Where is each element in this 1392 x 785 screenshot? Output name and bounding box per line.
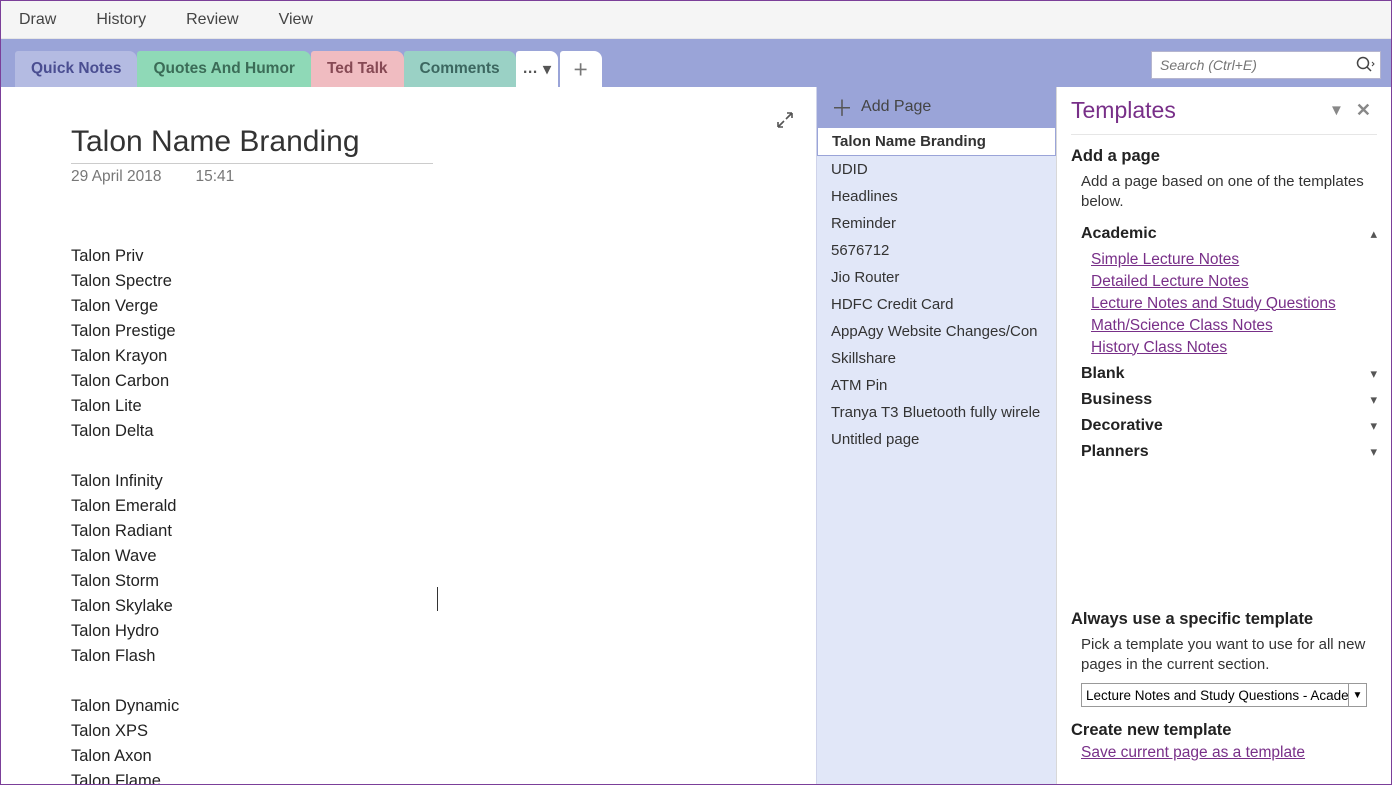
page-date: 29 April 2018 xyxy=(71,168,162,186)
page-list-item[interactable]: Reminder xyxy=(817,210,1056,237)
create-template-heading: Create new template xyxy=(1071,721,1377,740)
search-input[interactable] xyxy=(1151,51,1381,79)
category-name: Decorative xyxy=(1081,417,1370,435)
search-icon[interactable] xyxy=(1355,55,1375,75)
note-line[interactable]: Talon Verge xyxy=(71,294,816,319)
note-line[interactable]: Talon Emerald xyxy=(71,494,816,519)
note-line[interactable]: Talon Spectre xyxy=(71,269,816,294)
note-line[interactable]: Talon Skylake xyxy=(71,594,816,619)
note-line[interactable]: Talon Infinity xyxy=(71,469,816,494)
page-list-item[interactable]: 5676712 xyxy=(817,237,1056,264)
page-title[interactable]: Talon Name Branding xyxy=(71,125,431,159)
category-name: Academic xyxy=(1081,225,1370,243)
note-line[interactable]: Talon Axon xyxy=(71,744,816,769)
chevron-down-icon: ▾ xyxy=(1370,418,1377,434)
note-line[interactable]: Talon Hydro xyxy=(71,619,816,644)
page-list-item[interactable]: ATM Pin xyxy=(817,372,1056,399)
add-page-desc: Add a page based on one of the templates… xyxy=(1081,172,1377,213)
menu-view[interactable]: View xyxy=(279,11,313,29)
note-line[interactable]: Talon Prestige xyxy=(71,319,816,344)
menu-bar: Draw History Review View xyxy=(1,1,1391,39)
note-line[interactable] xyxy=(71,444,816,469)
overflow-dots: … xyxy=(522,60,539,78)
note-line[interactable]: Talon Wave xyxy=(71,544,816,569)
plus-icon: ＋ xyxy=(831,91,853,123)
menu-history[interactable]: History xyxy=(96,11,146,29)
always-heading: Always use a specific template xyxy=(1071,610,1377,629)
chevron-down-icon: ▾ xyxy=(543,60,551,79)
page-list-item[interactable]: Tranya T3 Bluetooth fully wirele xyxy=(817,399,1056,426)
save-template-link[interactable]: Save current page as a template xyxy=(1081,744,1377,762)
pane-options-icon[interactable]: ▼ xyxy=(1323,102,1350,119)
templates-title: Templates xyxy=(1071,97,1323,124)
template-link[interactable]: Math/Science Class Notes xyxy=(1091,317,1377,335)
plus-icon: ＋ xyxy=(573,58,589,80)
text-cursor xyxy=(437,587,438,611)
note-line[interactable]: Talon XPS xyxy=(71,719,816,744)
add-page-heading: Add a page xyxy=(1071,147,1377,166)
tab-quick-notes[interactable]: Quick Notes xyxy=(15,51,137,87)
template-link[interactable]: History Class Notes xyxy=(1091,339,1377,357)
expand-icon[interactable] xyxy=(776,111,794,129)
add-page-button[interactable]: ＋ Add Page xyxy=(817,87,1056,127)
tab-ted-talk[interactable]: Ted Talk xyxy=(311,51,404,87)
note-line[interactable] xyxy=(71,669,816,694)
tab-comments[interactable]: Comments xyxy=(404,51,516,87)
default-template-dropdown[interactable]: Lecture Notes and Study Questions - Acad… xyxy=(1081,683,1349,707)
page-list-item[interactable]: HDFC Credit Card xyxy=(817,291,1056,318)
tab-quotes[interactable]: Quotes And Humor xyxy=(137,51,311,87)
tab-overflow[interactable]: … ▾ xyxy=(516,51,558,87)
note-line[interactable]: Talon Lite xyxy=(71,394,816,419)
tab-add[interactable]: ＋ xyxy=(560,51,602,87)
template-category[interactable]: Decorative▾ xyxy=(1071,413,1377,439)
page-list-item[interactable]: AppAgy Website Changes/Con xyxy=(817,318,1056,345)
menu-review[interactable]: Review xyxy=(186,11,238,29)
page-list-item[interactable]: Headlines xyxy=(817,183,1056,210)
add-page-label: Add Page xyxy=(861,98,931,116)
template-category[interactable]: Academic▴ xyxy=(1071,221,1377,247)
template-link[interactable]: Detailed Lecture Notes xyxy=(1091,273,1377,291)
note-line[interactable]: Talon Carbon xyxy=(71,369,816,394)
chevron-down-icon: ▾ xyxy=(1370,366,1377,382)
category-name: Blank xyxy=(1081,365,1370,383)
page-list-pane: ＋ Add Page Talon Name BrandingUDIDHeadli… xyxy=(816,87,1056,784)
chevron-down-icon: ▾ xyxy=(1370,392,1377,408)
always-desc: Pick a template you want to use for all … xyxy=(1081,635,1377,676)
note-line[interactable]: Talon Radiant xyxy=(71,519,816,544)
category-name: Planners xyxy=(1081,443,1370,461)
chevron-down-icon[interactable]: ▼ xyxy=(1349,683,1367,707)
note-line[interactable]: Talon Flash xyxy=(71,644,816,669)
templates-pane: Templates ▼ ✕ Add a page Add a page base… xyxy=(1056,87,1391,784)
note-body[interactable]: Talon PrivTalon SpectreTalon VergeTalon … xyxy=(71,244,816,784)
template-category[interactable]: Planners▾ xyxy=(1071,439,1377,465)
template-category[interactable]: Blank▾ xyxy=(1071,361,1377,387)
main-area: Talon Name Branding 29 April 2018 15:41 … xyxy=(1,87,1391,784)
category-name: Business xyxy=(1081,391,1370,409)
page-time: 15:41 xyxy=(196,168,235,186)
note-line[interactable]: Talon Dynamic xyxy=(71,694,816,719)
template-category[interactable]: Business▾ xyxy=(1071,387,1377,413)
page-list-item[interactable]: Untitled page xyxy=(817,426,1056,453)
note-line[interactable]: Talon Flame xyxy=(71,769,816,784)
chevron-up-icon: ▴ xyxy=(1370,226,1377,242)
chevron-down-icon: ▾ xyxy=(1370,444,1377,460)
note-canvas[interactable]: Talon Name Branding 29 April 2018 15:41 … xyxy=(1,87,816,784)
section-tabs: Quick Notes Quotes And Humor Ted Talk Co… xyxy=(1,39,1391,87)
note-line[interactable]: Talon Priv xyxy=(71,244,816,269)
note-line[interactable]: Talon Delta xyxy=(71,419,816,444)
page-list-item[interactable]: Skillshare xyxy=(817,345,1056,372)
template-link[interactable]: Lecture Notes and Study Questions xyxy=(1091,295,1377,313)
page-list-item[interactable]: Talon Name Branding xyxy=(817,127,1056,156)
page-list-item[interactable]: UDID xyxy=(817,156,1056,183)
note-line[interactable]: Talon Krayon xyxy=(71,344,816,369)
menu-draw[interactable]: Draw xyxy=(19,11,56,29)
close-icon[interactable]: ✕ xyxy=(1350,100,1377,121)
template-link[interactable]: Simple Lecture Notes xyxy=(1091,251,1377,269)
page-list-item[interactable]: Jio Router xyxy=(817,264,1056,291)
note-line[interactable]: Talon Storm xyxy=(71,569,816,594)
